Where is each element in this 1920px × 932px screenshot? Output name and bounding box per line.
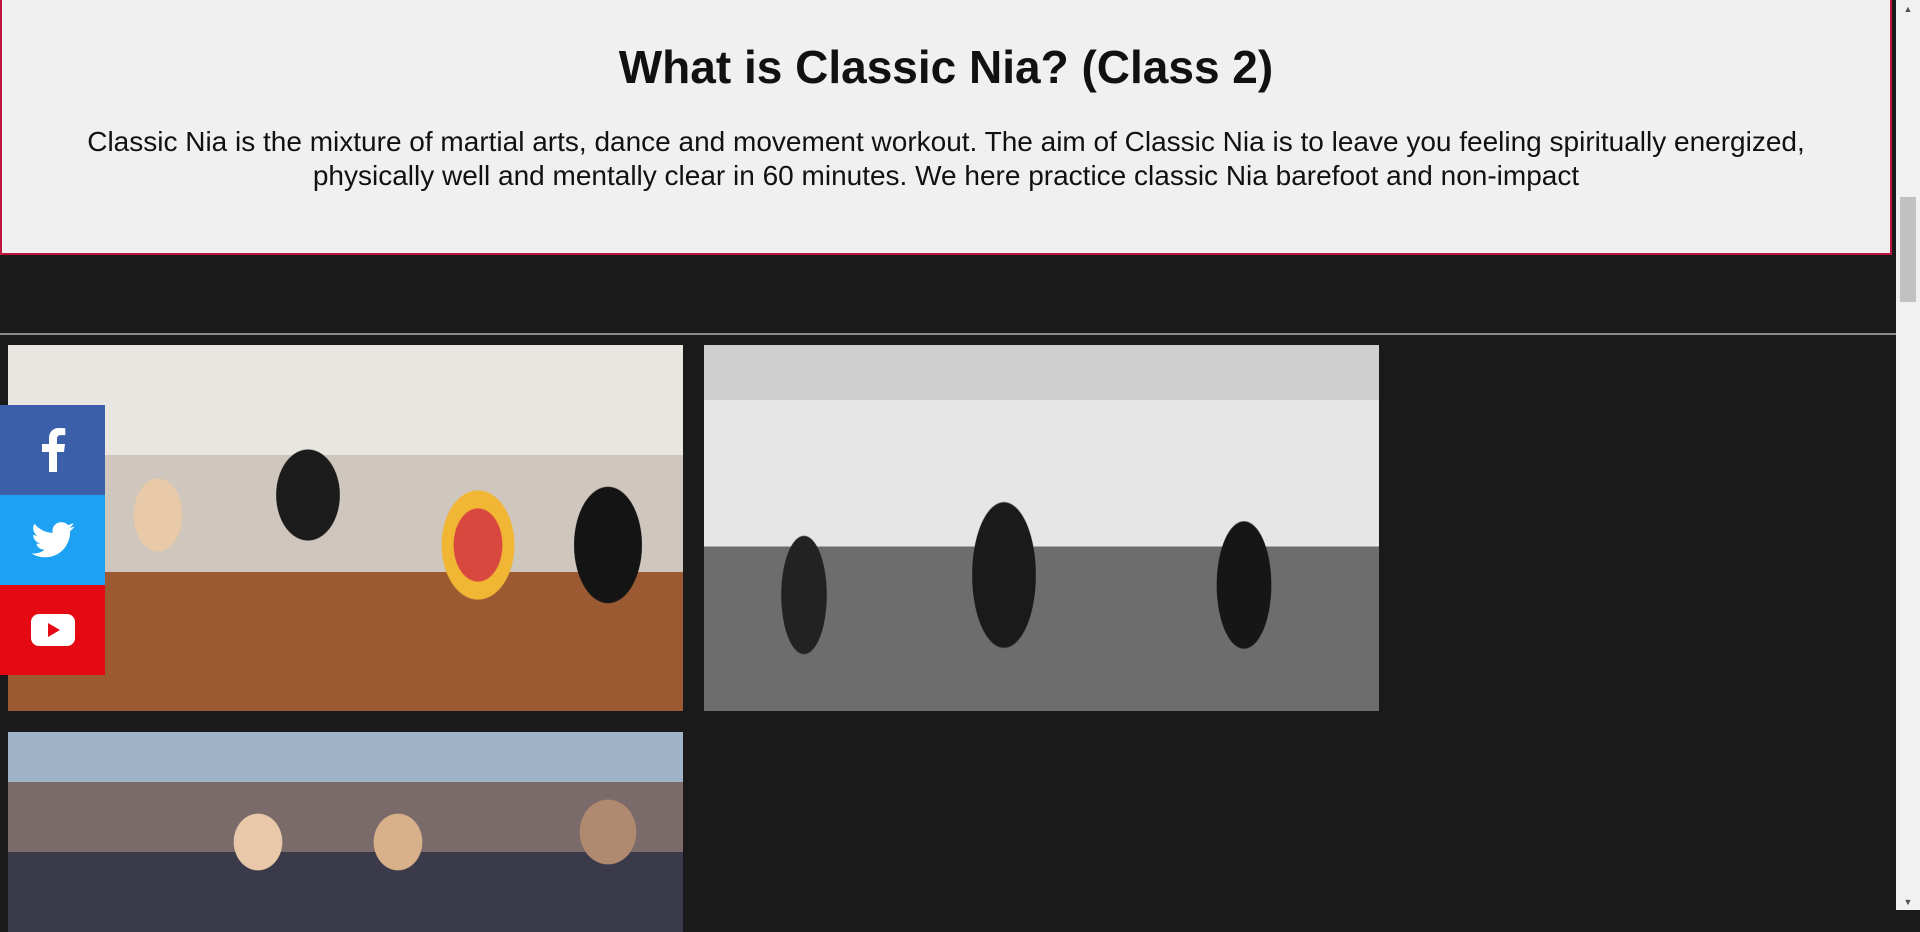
youtube-icon xyxy=(30,614,75,646)
page-content: What is Classic Nia? (Class 2) Classic N… xyxy=(0,0,1896,932)
scroll-up-arrow-icon[interactable]: ▲ xyxy=(1896,0,1920,17)
class-intro-section: What is Classic Nia? (Class 2) Classic N… xyxy=(0,0,1892,255)
gallery-photo-color-dance-class[interactable] xyxy=(8,345,683,711)
social-share-bar xyxy=(0,405,105,675)
twitter-icon xyxy=(30,522,75,558)
scroll-thumb[interactable] xyxy=(1900,197,1916,302)
gallery-photo-group-class[interactable] xyxy=(8,732,683,932)
youtube-button[interactable] xyxy=(0,585,105,675)
facebook-button[interactable] xyxy=(0,405,105,495)
scroll-down-arrow-icon[interactable]: ▼ xyxy=(1896,893,1920,910)
twitter-button[interactable] xyxy=(0,495,105,585)
gallery-divider xyxy=(0,333,1896,335)
class-title: What is Classic Nia? (Class 2) xyxy=(618,41,1274,93)
class-description: Classic Nia is the mixture of martial ar… xyxy=(87,126,1805,191)
facebook-icon xyxy=(40,428,66,472)
vertical-scrollbar[interactable]: ▲ ▼ xyxy=(1896,0,1920,910)
gallery-photo-bw-dance-class[interactable] xyxy=(704,345,1379,711)
